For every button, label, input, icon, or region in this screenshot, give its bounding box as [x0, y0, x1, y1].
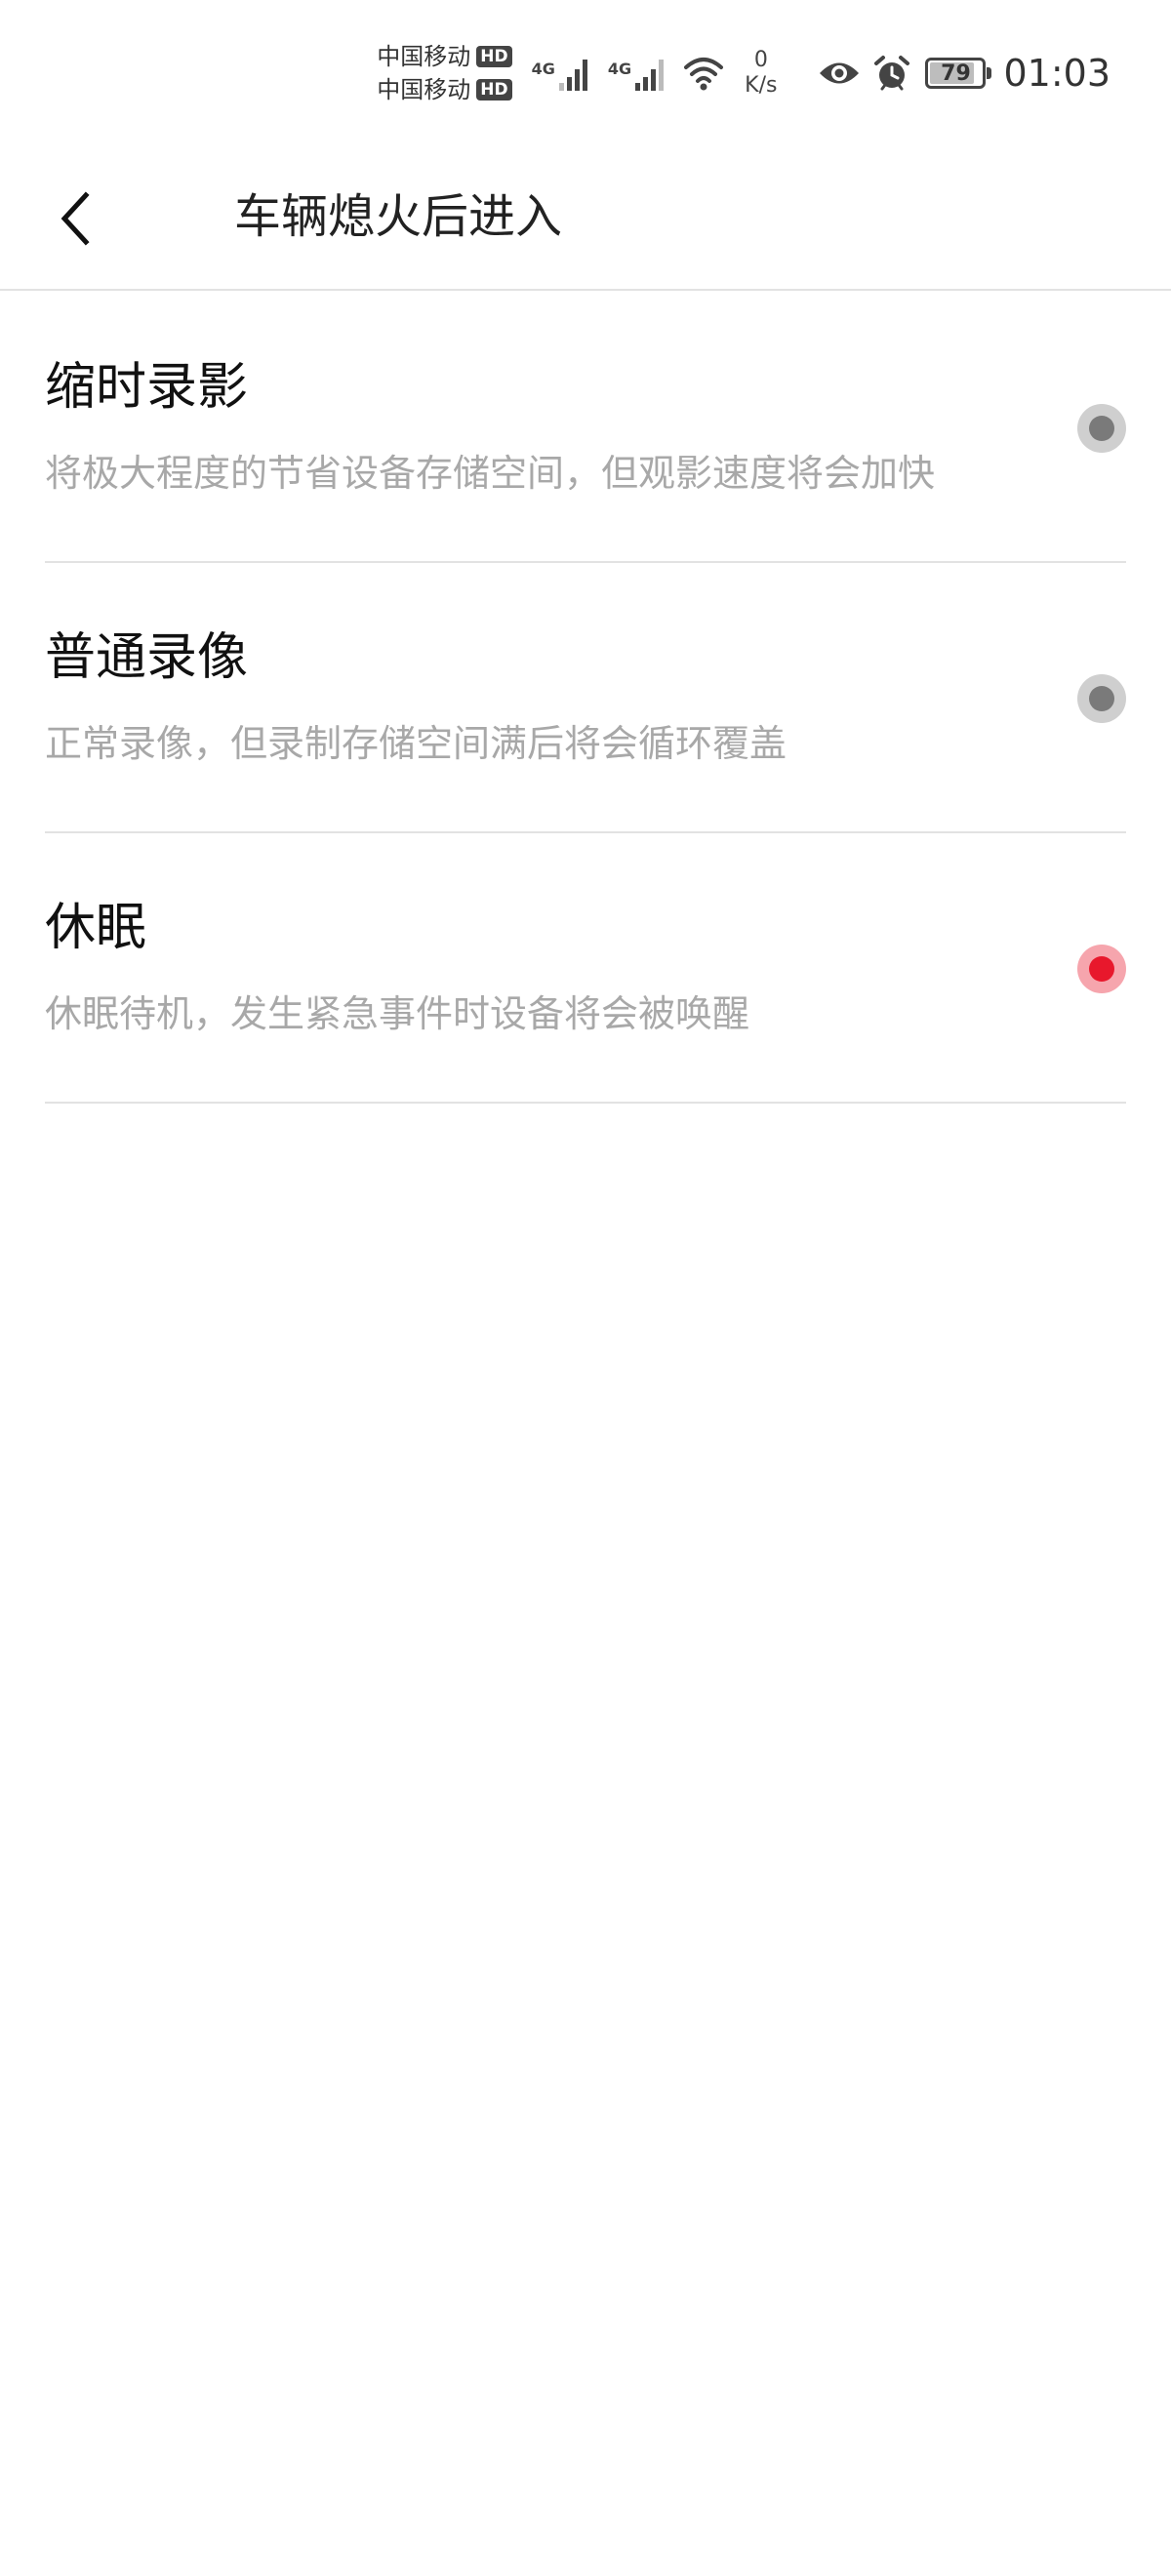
status-bar: 中国移动 HD 中国移动 HD 4G 4G 0 K/s 79 01:03: [0, 0, 1171, 146]
hd-badge: HD: [476, 46, 512, 67]
signal-1: 4G: [532, 54, 592, 93]
carrier-info: 中国移动 HD 中国移动 HD: [377, 42, 512, 104]
battery-level: 79: [941, 60, 971, 86]
option-title: 休眠: [45, 899, 147, 957]
signal-icon: [558, 60, 587, 91]
wifi-status: [682, 56, 725, 91]
radio-dot: [1089, 956, 1114, 982]
network-speed: 0 K/s: [745, 48, 777, 99]
status-time: 01:03: [1003, 52, 1110, 95]
network-type-label: 4G: [607, 60, 632, 78]
radio-dot: [1089, 686, 1114, 711]
carrier-1-name: 中国移动: [377, 43, 471, 70]
network-speed-unit: K/s: [745, 73, 778, 98]
option-sleep[interactable]: 休眠 休眠待机，发生紧急事件时设备将会被唤醒: [45, 833, 1126, 1104]
hd-badge: HD: [476, 79, 512, 101]
chevron-left-icon: [61, 191, 90, 246]
option-description: 将极大程度的节省设备存储空间，但观影速度将会加快: [45, 452, 936, 495]
back-button[interactable]: [35, 180, 113, 258]
radio-button-selected[interactable]: [1077, 945, 1126, 993]
option-title: 普通录像: [45, 628, 249, 687]
network-speed-value: 0: [753, 48, 768, 72]
radio-button[interactable]: [1077, 674, 1126, 723]
battery-icon: 79: [925, 58, 992, 89]
eye-icon: [820, 62, 860, 84]
option-normal-recording[interactable]: 普通录像 正常录像，但录制存储空间满后将会循环覆盖: [45, 563, 1126, 833]
signal-icon: [635, 60, 665, 91]
option-timelapse[interactable]: 缩时录影 将极大程度的节省设备存储空间，但观影速度将会加快: [45, 293, 1126, 563]
signal-2: 4G: [608, 54, 668, 93]
wifi-icon: [684, 58, 724, 91]
page-header: 车辆熄火后进入: [0, 146, 1171, 291]
page-title: 车辆熄火后进入: [234, 189, 563, 244]
options-list: 缩时录影 将极大程度的节省设备存储空间，但观影速度将会加快 普通录像 正常录像，…: [0, 293, 1171, 1104]
option-title: 缩时录影: [45, 358, 249, 417]
network-type-label: 4G: [531, 60, 555, 78]
radio-button[interactable]: [1077, 404, 1126, 453]
option-description: 休眠待机，发生紧急事件时设备将会被唤醒: [45, 992, 750, 1035]
eye-status: [818, 59, 861, 88]
carrier-1: 中国移动 HD: [377, 42, 512, 71]
carrier-2: 中国移动 HD: [377, 75, 512, 104]
carrier-2-name: 中国移动: [377, 76, 471, 103]
alarm-status: [872, 54, 911, 93]
alarm-icon: [874, 56, 910, 91]
radio-dot: [1089, 416, 1114, 441]
option-description: 正常录像，但录制存储空间满后将会循环覆盖: [45, 722, 787, 765]
